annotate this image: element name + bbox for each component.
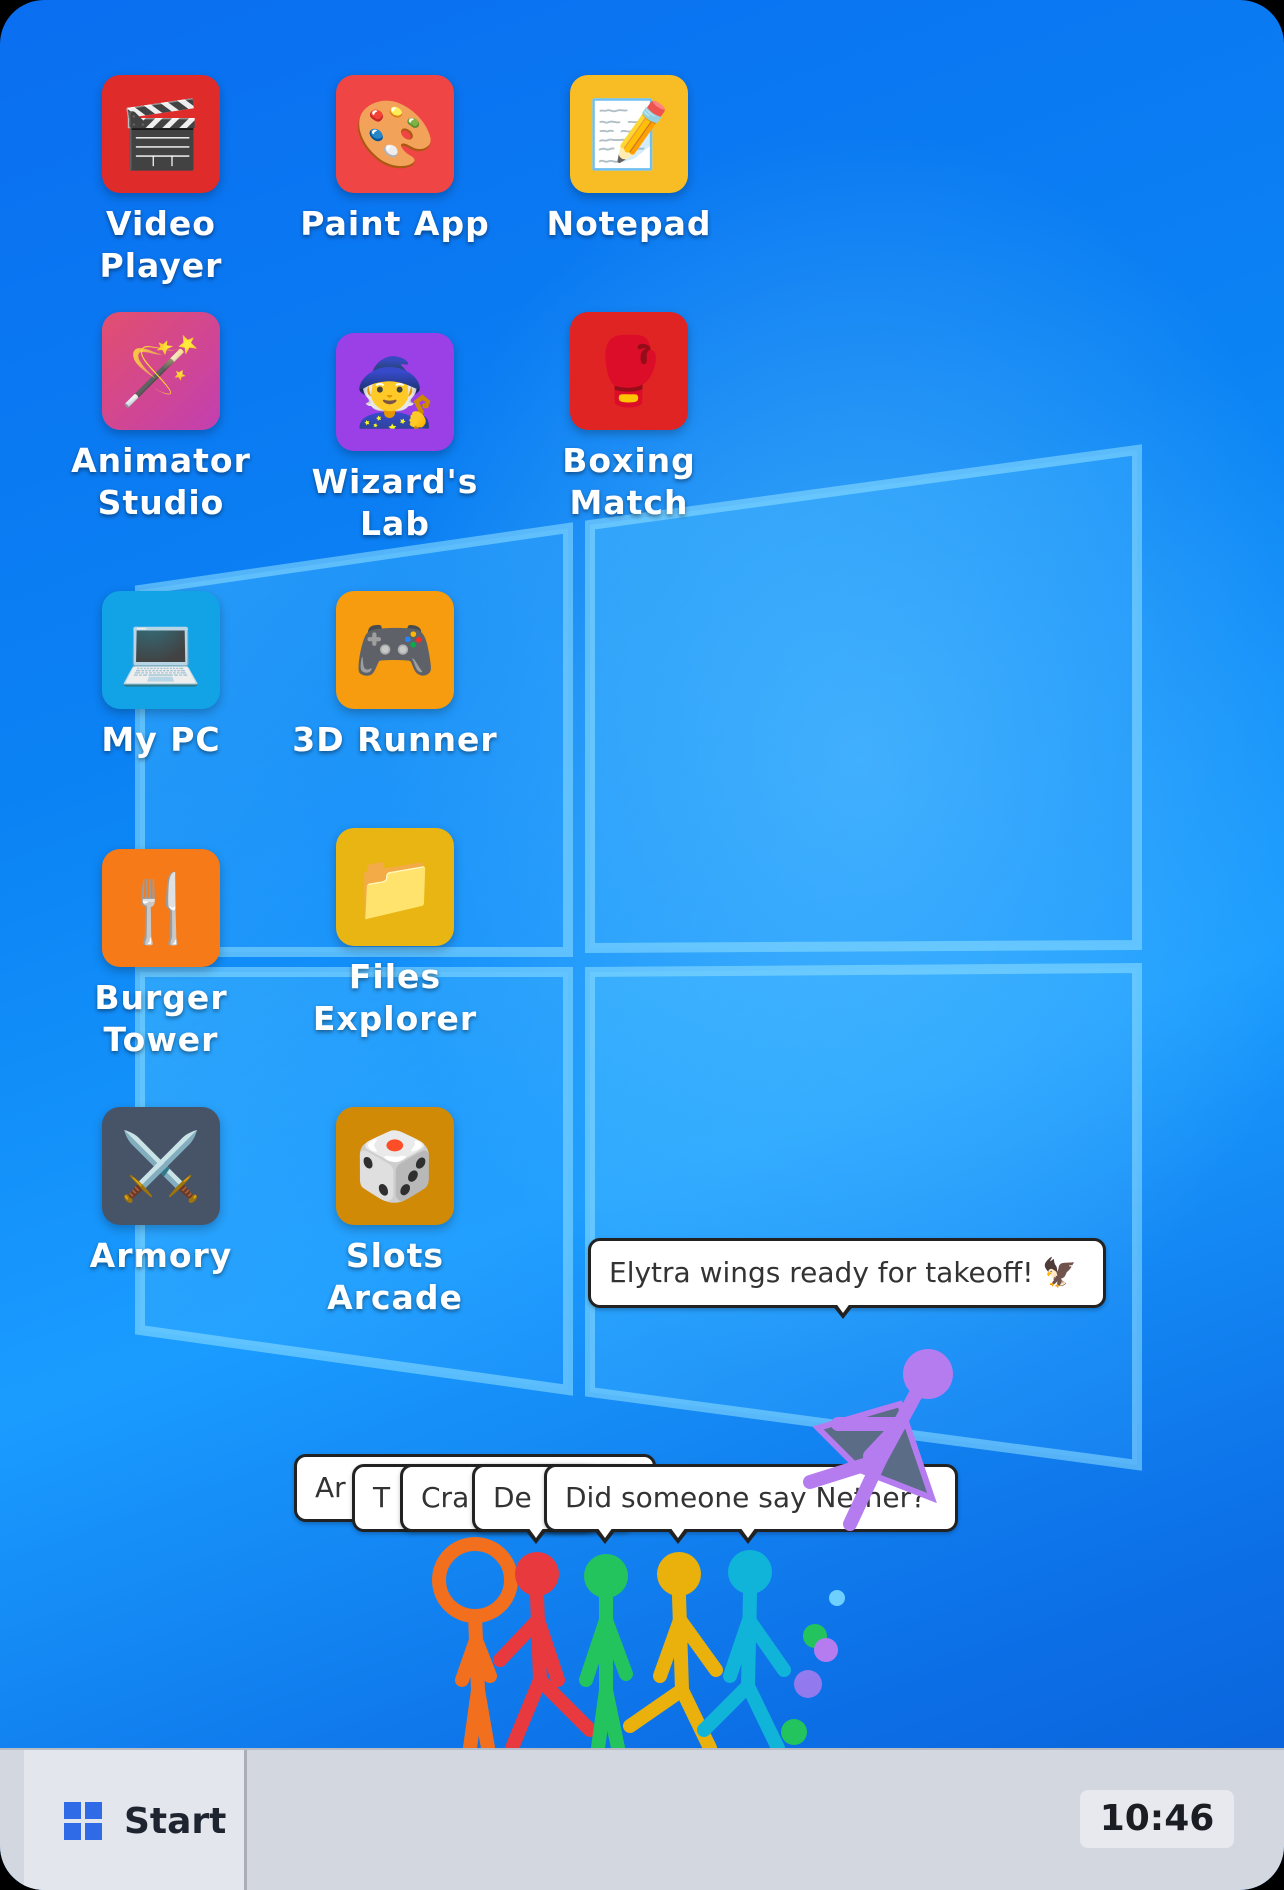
app-label: Wizard's Lab <box>311 462 479 543</box>
fork-knife-icon: 🍴 <box>102 849 220 967</box>
app-label: Armory <box>89 1236 233 1275</box>
speech-bubble-tail <box>594 1527 616 1544</box>
app-wizards-lab[interactable]: 🧙 Wizard's Lab <box>278 333 512 545</box>
app-label: My PC <box>101 720 221 759</box>
app-animator-studio[interactable]: 🪄 Animator Studio <box>44 312 278 524</box>
speech-bubble-tail <box>737 1527 759 1544</box>
app-video-player[interactable]: 🎬 Video Player <box>44 75 278 287</box>
memo-icon: 📝 <box>570 75 688 193</box>
folder-icon: 📁 <box>336 828 454 946</box>
speech-bubble-tail <box>667 1527 689 1544</box>
orange-stick-figure <box>432 1537 518 1750</box>
green-stick-figure <box>579 1554 633 1750</box>
palette-icon: 🎨 <box>336 75 454 193</box>
yellow-stick-figure <box>623 1552 723 1750</box>
crossed-swords-icon: ⚔️ <box>102 1107 220 1225</box>
cyan-stick-figure <box>697 1550 791 1750</box>
app-burger-tower[interactable]: 🍴 Burger Tower <box>44 849 278 1061</box>
speech-bubble-elytra: Elytra wings ready for takeoff! 🦅 <box>588 1238 1106 1308</box>
app-label: Video Player <box>99 204 223 285</box>
app-boxing-match[interactable]: 🥊 Boxing Match <box>512 312 746 524</box>
clapperboard-icon: 🎬 <box>102 75 220 193</box>
boxing-glove-icon: 🥊 <box>570 312 688 430</box>
app-label: Boxing Match <box>562 441 696 522</box>
app-label: 3D Runner <box>292 720 498 759</box>
magic-wand-icon: 🪄 <box>102 312 220 430</box>
gamepad-icon: 🎮 <box>336 591 454 709</box>
red-stick-figure <box>493 1552 597 1750</box>
app-label: Paint App <box>300 204 490 243</box>
wizard-icon: 🧙 <box>336 333 454 451</box>
app-armory[interactable]: ⚔️ Armory <box>44 1107 278 1277</box>
taskbar: Start 10:46 <box>0 1748 1284 1890</box>
app-label: Notepad <box>546 204 712 243</box>
app-my-pc[interactable]: 💻 My PC <box>44 591 278 761</box>
desktop-screen: 🎬 Video Player 🎨 Paint App 📝 Notepad 🪄 A… <box>0 0 1284 1890</box>
particles <box>781 1590 845 1745</box>
app-label: Animator Studio <box>71 441 251 522</box>
app-label: Files Explorer <box>312 957 478 1038</box>
windows-logo-icon <box>64 1802 102 1840</box>
app-3d-runner[interactable]: 🎮 3D Runner <box>278 591 512 761</box>
start-button[interactable]: Start <box>24 1750 247 1890</box>
start-label: Start <box>124 1800 227 1842</box>
laptop-icon: 💻 <box>102 591 220 709</box>
app-notepad[interactable]: 📝 Notepad <box>512 75 746 245</box>
app-label: Burger Tower <box>94 978 228 1059</box>
speech-bubble-tail <box>832 1302 854 1319</box>
app-paint[interactable]: 🎨 Paint App <box>278 75 512 245</box>
taskbar-clock[interactable]: 10:46 <box>1080 1790 1234 1848</box>
app-label: Slots Arcade <box>327 1236 463 1317</box>
app-slots-arcade[interactable]: 🎲 Slots Arcade <box>278 1107 512 1319</box>
app-files-explorer[interactable]: 📁 Files Explorer <box>278 828 512 1040</box>
speech-bubble-nether: Did someone say Nether? <box>544 1464 958 1532</box>
dice-icon: 🎲 <box>336 1107 454 1225</box>
speech-bubble-tail <box>525 1527 547 1544</box>
